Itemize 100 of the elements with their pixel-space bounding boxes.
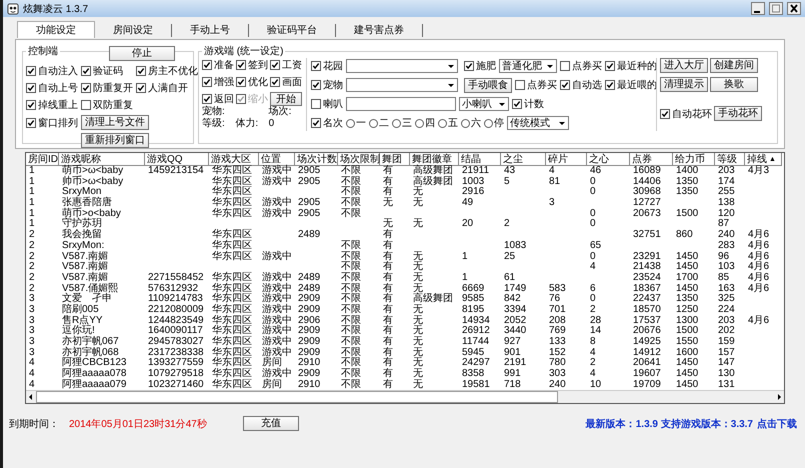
table-cell-text: 华东四区 bbox=[211, 272, 253, 283]
column-header[interactable]: 场次限制 bbox=[338, 153, 380, 166]
checkbox[interactable]: 自动上号 bbox=[26, 81, 78, 95]
download-link[interactable]: 点击下载 bbox=[757, 416, 797, 430]
table-cell-text: 2 bbox=[28, 272, 36, 284]
checkbox[interactable]: 掉线重上 bbox=[26, 98, 78, 112]
checkbox[interactable]: 最近喂的 bbox=[605, 78, 657, 92]
column-header[interactable]: 等级 bbox=[715, 153, 745, 166]
table-cell-text: 2905 bbox=[297, 176, 322, 188]
radio-button[interactable]: 六 bbox=[461, 116, 481, 130]
table-cell-text: 14934 bbox=[461, 316, 491, 326]
garden-dropdown[interactable] bbox=[346, 59, 458, 73]
column-header[interactable]: 游戏昵称 bbox=[59, 153, 145, 166]
checkbox[interactable]: 增强 bbox=[202, 75, 234, 89]
table-cell-text: 无 bbox=[382, 219, 394, 230]
radio-button[interactable]: 三 bbox=[392, 116, 412, 130]
checkbox[interactable]: 自动选 bbox=[560, 78, 602, 92]
checkbox[interactable]: 窗口排列 bbox=[26, 116, 78, 130]
radio-button[interactable]: 四 bbox=[415, 116, 435, 130]
column-header[interactable]: 结晶 bbox=[459, 153, 501, 166]
tab[interactable]: 建号害点券 bbox=[336, 24, 423, 37]
action-button[interactable]: 换歌 bbox=[710, 77, 758, 92]
checkbox[interactable]: 人满自开 bbox=[136, 81, 198, 95]
checkbox[interactable]: 名次 bbox=[311, 116, 343, 130]
wreath-button[interactable]: 手动花环 bbox=[714, 106, 762, 121]
pet-dropdown[interactable] bbox=[346, 78, 458, 92]
column-header[interactable]: 游戏大区 bbox=[209, 153, 259, 166]
table-cell-text: 14 bbox=[589, 326, 602, 337]
table-cell-text: 3 bbox=[28, 294, 36, 305]
action-button[interactable]: 创建房间 bbox=[710, 58, 758, 73]
column-header[interactable]: 房间ID bbox=[26, 153, 59, 166]
recharge-button[interactable]: 充值 bbox=[242, 416, 299, 431]
checkbox[interactable]: 花园 bbox=[311, 59, 343, 73]
checkbox[interactable]: 优化 bbox=[236, 75, 268, 89]
checkbox[interactable]: 喇叭 bbox=[311, 97, 343, 111]
clear-files-button[interactable]: 清理上号文件 bbox=[81, 115, 149, 130]
tab[interactable]: 验证码平台 bbox=[249, 24, 336, 37]
table-cell-text: 阿狸CBCB123 bbox=[61, 358, 128, 368]
maximize-icon[interactable] bbox=[769, 2, 783, 15]
checkbox[interactable]: 双防重复 bbox=[81, 98, 133, 112]
minimize-icon[interactable] bbox=[751, 2, 765, 15]
column-header[interactable]: 场次计数 bbox=[295, 153, 338, 166]
column-header[interactable]: 点券 bbox=[630, 153, 673, 166]
column-header[interactable]: 位置 bbox=[259, 153, 295, 166]
table-cell-text: 2906 bbox=[297, 316, 322, 326]
table-cell-text: 华东四区 bbox=[211, 240, 253, 251]
table-cell-text: 2489 bbox=[297, 272, 322, 284]
table-cell-text: 游戏中 bbox=[261, 369, 293, 380]
action-button[interactable]: 进入大厅 bbox=[660, 58, 708, 73]
stop-button[interactable]: 停止 bbox=[109, 46, 175, 61]
mode-dropdown[interactable]: 传统模式 bbox=[507, 116, 569, 130]
column-header[interactable]: 舞团 bbox=[380, 153, 410, 166]
action-button[interactable]: 清理提示 bbox=[660, 77, 708, 92]
fertilizer-dropdown[interactable]: 普通化肥 bbox=[499, 59, 557, 73]
checkbox[interactable]: 宠物 bbox=[311, 78, 343, 92]
radio-button[interactable]: 五 bbox=[438, 116, 458, 130]
column-header[interactable]: 给力币 bbox=[673, 153, 715, 166]
start-button[interactable]: 开始 bbox=[270, 92, 302, 106]
checkbox[interactable]: 准备 bbox=[202, 58, 234, 72]
column-header[interactable]: 碎片 bbox=[546, 153, 587, 166]
radio-button[interactable]: 停 bbox=[484, 116, 504, 130]
horn-input-field[interactable] bbox=[346, 97, 456, 111]
checkbox[interactable]: 点券买 bbox=[515, 78, 557, 92]
column-header[interactable]: 之尘 bbox=[501, 153, 546, 166]
expiry-date: 2014年05月01日23时31分47秒 bbox=[69, 418, 207, 430]
feed-button[interactable]: 手动喂食 bbox=[464, 78, 512, 92]
radio-button[interactable]: 一 bbox=[346, 116, 366, 130]
table-cell-text: 8358 bbox=[461, 369, 486, 380]
column-header[interactable]: 之心 bbox=[587, 153, 630, 166]
horn-type-dropdown[interactable]: 小喇叭 bbox=[459, 97, 509, 111]
table-cell-text: 游戏中 bbox=[261, 348, 293, 358]
checkbox[interactable]: 画面 bbox=[270, 75, 302, 89]
checkbox[interactable]: 返回 bbox=[202, 92, 234, 106]
checkbox[interactable]: 工资 bbox=[270, 58, 302, 72]
table-cell-text: 有 bbox=[382, 176, 394, 187]
column-header[interactable]: 掉线 bbox=[747, 153, 767, 165]
column-header[interactable]: 游戏QQ bbox=[145, 153, 209, 166]
checkbox[interactable]: 自动花环 bbox=[660, 106, 712, 120]
checkbox[interactable]: 防重复开 bbox=[81, 81, 133, 95]
close-icon[interactable] bbox=[787, 2, 801, 15]
table-cell-text: 1500 bbox=[675, 326, 700, 337]
tab[interactable]: 功能设定 bbox=[17, 21, 95, 38]
rearrange-button[interactable]: 重新排列窗口 bbox=[81, 133, 149, 148]
table-cell-text: 860 bbox=[675, 230, 694, 241]
tab[interactable]: 手动上号 bbox=[172, 24, 249, 37]
horizontal-scrollbar[interactable] bbox=[26, 390, 784, 403]
checkbox[interactable]: 计数 bbox=[512, 97, 544, 111]
radio-button[interactable]: 二 bbox=[369, 116, 389, 130]
checkbox[interactable]: 自动注入 bbox=[26, 64, 78, 78]
tab[interactable]: 房间设定 bbox=[95, 24, 172, 37]
checkbox[interactable]: 验证码 bbox=[81, 64, 133, 78]
checkbox[interactable]: 最近种的 bbox=[605, 59, 657, 73]
checkmark-icon bbox=[82, 84, 90, 92]
checkbox[interactable]: 施肥 bbox=[464, 59, 496, 73]
checkbox[interactable]: 房主不优化 bbox=[136, 64, 198, 78]
column-header[interactable]: 舞团徽章 bbox=[410, 153, 459, 166]
checkbox[interactable]: 点券买 bbox=[560, 59, 602, 73]
checkbox[interactable]: 签到 bbox=[236, 58, 268, 72]
table-cell-text: 2 bbox=[589, 358, 597, 369]
table-cell-text: 9585 bbox=[461, 294, 486, 305]
